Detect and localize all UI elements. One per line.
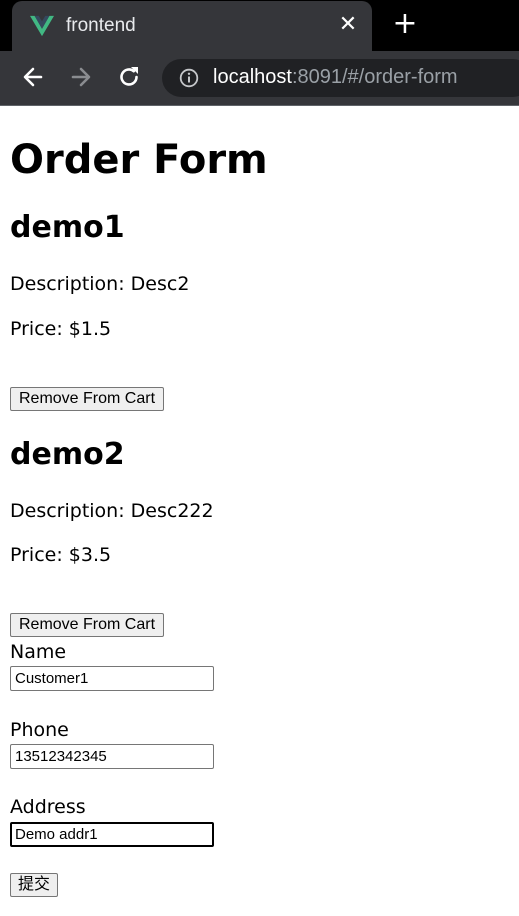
item-price: Price: $3.5	[10, 544, 112, 566]
item-description: Description: Desc222	[10, 500, 214, 522]
remove-from-cart-button[interactable]: Remove From Cart	[10, 613, 165, 637]
address-label: Address	[10, 796, 86, 818]
item-price: Price: $1.5	[10, 318, 112, 340]
info-icon[interactable]	[179, 68, 199, 88]
url-path: :8091/#/order-form	[291, 66, 458, 88]
item-description: Description: Desc2	[10, 273, 190, 295]
back-arrow-icon[interactable]	[19, 63, 47, 91]
close-tab-icon[interactable]: ✕	[336, 13, 360, 37]
item-name: demo2	[10, 437, 125, 472]
url-text[interactable]: localhost:8091/#/order-form	[213, 66, 458, 89]
browser-tab[interactable]: frontend ✕	[12, 1, 372, 51]
phone-input[interactable]	[10, 744, 214, 769]
submit-button[interactable]: 提交	[10, 873, 59, 897]
forward-arrow-icon[interactable]	[67, 63, 95, 91]
item-name: demo1	[10, 210, 125, 245]
tab-strip: frontend ✕ +	[0, 0, 519, 51]
url-host: localhost	[213, 66, 292, 88]
new-tab-icon[interactable]: +	[392, 9, 418, 39]
reload-icon[interactable]	[115, 63, 143, 91]
tab-title: frontend	[66, 15, 136, 36]
address-input[interactable]	[10, 822, 214, 847]
vue-logo-icon	[30, 15, 54, 37]
browser-toolbar: localhost:8091/#/order-form	[0, 51, 519, 106]
remove-from-cart-button[interactable]: Remove From Cart	[10, 387, 165, 411]
page-title: Order Form	[10, 137, 268, 183]
address-bar[interactable]: localhost:8091/#/order-form	[162, 59, 519, 97]
name-label: Name	[10, 641, 67, 663]
phone-label: Phone	[10, 719, 69, 741]
name-input[interactable]	[10, 666, 214, 691]
